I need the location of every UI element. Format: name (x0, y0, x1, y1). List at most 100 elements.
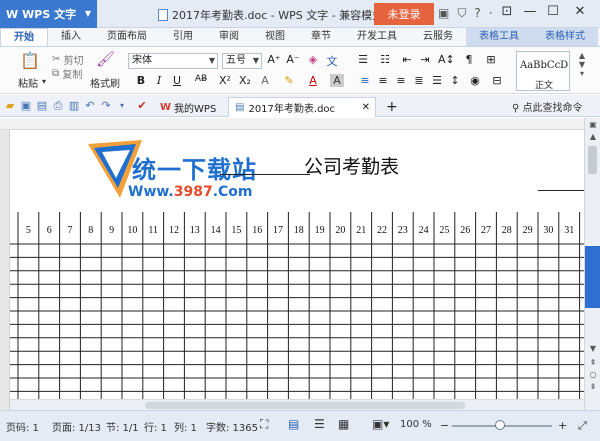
zoom-slider-handle[interactable] (495, 420, 505, 430)
new-tab-button[interactable]: + (380, 97, 404, 117)
paste-dropdown-icon[interactable]: ▾ (42, 77, 46, 86)
side-panel-toggle[interactable] (585, 246, 600, 308)
clear-format-icon[interactable]: ◈ (306, 53, 320, 66)
restore-ribbon-icon[interactable]: ⊡ (497, 4, 517, 19)
tab-home[interactable]: 开始 (0, 28, 48, 46)
format-painter-icon[interactable]: 🖌 (96, 50, 115, 68)
next-page-icon[interactable]: ⇟ (588, 382, 598, 391)
format-painter-button[interactable]: 格式刷 (90, 75, 120, 90)
tab-document[interactable]: ▤ 2017年考勤表.doc ✕ (228, 97, 376, 117)
numbering-icon[interactable]: ☷ (378, 53, 392, 66)
export-pdf-icon[interactable]: ▤ (36, 100, 48, 112)
zoom-out-icon[interactable]: − (440, 419, 449, 432)
page-view-icon[interactable]: ▤ (288, 417, 299, 431)
fullscreen-icon[interactable]: ⛶ (260, 417, 268, 432)
tab-developer[interactable]: 开发工具 (344, 28, 410, 46)
table-border-icon[interactable]: ⊟ (490, 74, 504, 87)
increase-indent-icon[interactable]: ⇥ (418, 53, 432, 66)
paste-button[interactable]: 粘贴 (18, 75, 38, 90)
tab-my-wps[interactable]: W 我的WPS (154, 97, 222, 117)
browse-object-icon[interactable]: ○ (588, 370, 598, 379)
tab-section[interactable]: 章节 (298, 28, 344, 46)
tab-view[interactable]: 视图 (252, 28, 298, 46)
command-search[interactable]: ⚲ 点此查找命令 (512, 99, 583, 114)
text-effect-icon[interactable]: A (258, 74, 272, 87)
close-icon[interactable]: ✕ (570, 4, 590, 19)
show-marks-icon[interactable]: ¶ (462, 53, 476, 66)
vertical-scrollbar[interactable]: ▣ ▲ ▼ ⇞ ○ ⇟ (584, 118, 600, 410)
customize-dropdown-icon[interactable]: ▾ (116, 100, 128, 112)
font-name-select[interactable]: 宋体 ▼ (128, 53, 218, 69)
char-shading-icon[interactable]: A (330, 74, 344, 87)
distribute-icon[interactable]: ☰ (430, 74, 444, 87)
tab-cloud[interactable]: 云服务 (410, 28, 466, 46)
horizontal-ruler[interactable] (0, 118, 584, 130)
strikethrough-icon[interactable]: AB̶ (190, 74, 212, 84)
cut-button[interactable]: ✂ 剪切 (52, 52, 84, 67)
attendance-table[interactable]: 5 6 7 8 9 10 11 12 13 14 15 16 17 18 19 20 21 22 23 24 25 26 2… (10, 212, 584, 410)
redo-icon[interactable]: ↷ (100, 100, 112, 112)
phonetic-icon[interactable]: 文 (325, 53, 339, 69)
reading-mode-icon[interactable]: ▣▾ (372, 417, 389, 431)
underline-icon[interactable]: U (170, 74, 184, 87)
justify-icon[interactable]: ≣ (412, 74, 426, 87)
undo-icon[interactable]: ↶ (84, 100, 96, 112)
decrease-indent-icon[interactable]: ⇤ (400, 53, 414, 66)
app-menu-button[interactable]: W WPS 文字 ▼ (0, 0, 97, 28)
outline-view-icon[interactable]: ☰ (314, 417, 325, 431)
sort-icon[interactable]: A↕ (438, 53, 455, 66)
status-word-count[interactable]: 字数: 1365 (206, 419, 258, 434)
prev-page-icon[interactable]: ⇞ (588, 358, 598, 367)
paste-icon[interactable]: 📋 (20, 51, 40, 70)
superscript-icon[interactable]: X² (218, 74, 232, 87)
save-icon[interactable]: ▣ (20, 100, 32, 112)
shrink-font-icon[interactable]: A⁻ (286, 53, 300, 66)
align-left-icon[interactable]: ≡ (358, 74, 372, 87)
horizontal-scrollbar[interactable] (10, 399, 584, 410)
open-folder-icon[interactable]: ▰ (4, 100, 16, 112)
highlight-icon[interactable]: ✎ (282, 74, 296, 87)
web-view-icon[interactable]: ▦ (338, 417, 349, 431)
print-preview-icon[interactable]: ▥ (68, 100, 80, 112)
zoom-in-icon[interactable]: + (558, 419, 567, 432)
subscript-icon[interactable]: X₂ (238, 74, 252, 87)
font-color-icon[interactable]: A (306, 74, 320, 87)
shading-icon[interactable]: ◉ (468, 74, 482, 87)
login-button[interactable]: 未登录 (374, 3, 434, 25)
fit-window-icon[interactable]: ⤢ (578, 419, 587, 433)
tab-review[interactable]: 审阅 (206, 28, 252, 46)
skin-icon[interactable]: ▣ (438, 6, 449, 21)
maximize-icon[interactable]: ☐ (543, 4, 563, 19)
more-icon[interactable]: ⋅ (489, 6, 493, 21)
bullets-icon[interactable]: ☰ (356, 53, 370, 66)
pin-icon[interactable]: ✔ (136, 100, 148, 112)
scroll-up-icon[interactable]: ▲ (588, 132, 598, 141)
scroll-up-arrow-icon[interactable]: ▣ (588, 120, 598, 129)
zoom-level[interactable]: 100 % (400, 419, 432, 430)
tab-page-layout[interactable]: 页面布局 (94, 28, 160, 46)
scroll-thumb[interactable] (588, 146, 597, 174)
style-gallery-normal[interactable]: AaBbCcD 正文 (516, 51, 570, 91)
tab-table-tools[interactable]: 表格工具 (466, 28, 532, 46)
line-spacing-icon[interactable]: ↕ (448, 74, 462, 87)
tab-insert[interactable]: 插入 (48, 28, 94, 46)
shirt-icon[interactable]: ⛉ (457, 6, 466, 21)
bold-icon[interactable]: B (134, 74, 148, 87)
horizontal-scroll-thumb[interactable] (145, 402, 465, 409)
italic-icon[interactable]: I (152, 74, 166, 87)
border-icon[interactable]: ⊞ (484, 53, 498, 66)
help-icon[interactable]: ? (474, 6, 480, 21)
tab-references[interactable]: 引用 (160, 28, 206, 46)
close-tab-icon[interactable]: ✕ (362, 102, 370, 113)
tab-table-style[interactable]: 表格样式 (532, 28, 598, 46)
copy-button[interactable]: ⧉ 复制 (52, 66, 82, 81)
align-center-icon[interactable]: ≡ (376, 74, 390, 87)
align-right-icon[interactable]: ≡ (394, 74, 408, 87)
font-size-select[interactable]: 五号 ▼ (222, 53, 262, 69)
style-gallery-scroll[interactable]: ▲ ▼ ▾ (572, 51, 592, 91)
scroll-down-icon[interactable]: ▼ (588, 344, 598, 353)
document-canvas[interactable]: 统一下载站 Www.3987.Com 公司考勤表 5 6 7 8 9 10 11 12 13 14… (10, 130, 584, 410)
minimize-icon[interactable]: — (520, 4, 540, 19)
print-icon[interactable]: ⎙ (52, 100, 64, 112)
grow-font-icon[interactable]: A⁺ (267, 53, 281, 66)
